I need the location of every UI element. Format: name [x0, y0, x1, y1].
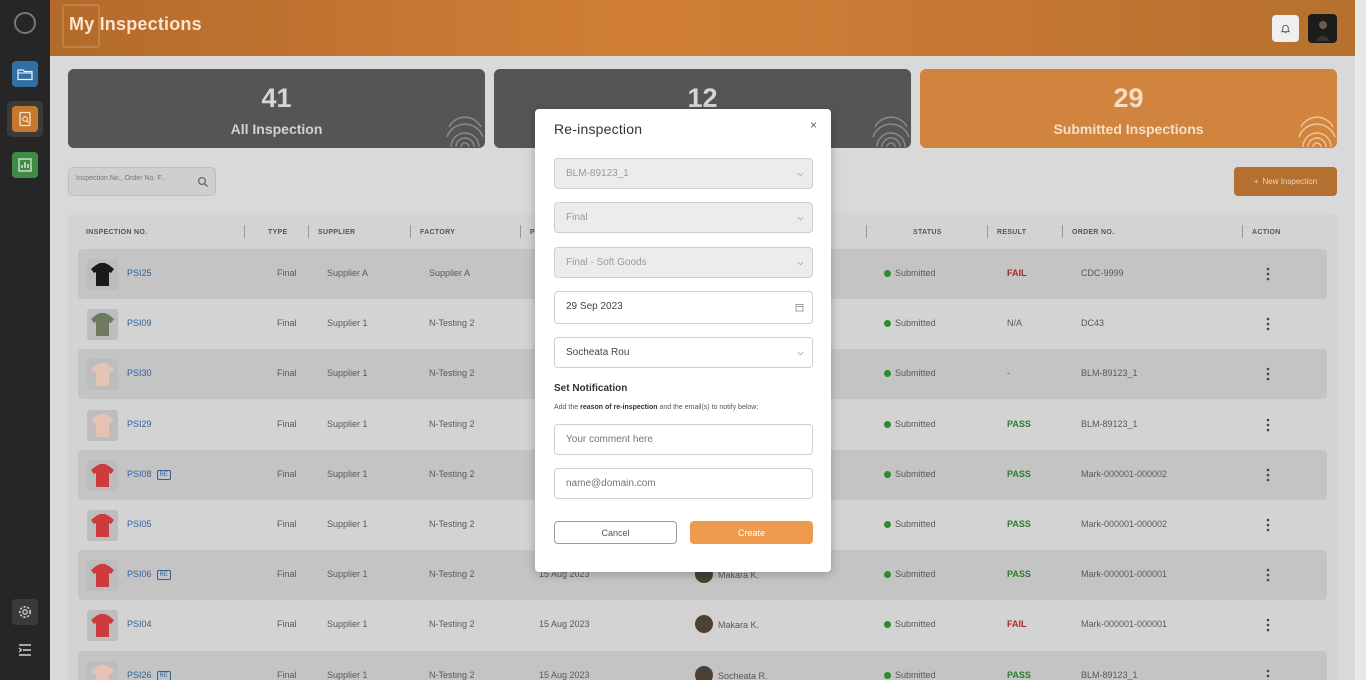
note-bold: reason of re-inspection — [580, 404, 658, 411]
template-select[interactable]: Final - Soft Goods — [554, 247, 813, 278]
email-input[interactable] — [554, 468, 813, 499]
type-select-value: Final — [566, 212, 588, 223]
note-suffix: and the email(s) to notify below: — [659, 404, 759, 411]
template-select-value: Final - Soft Goods — [566, 257, 647, 268]
cancel-button[interactable]: Cancel — [554, 521, 677, 544]
chevron-down-icon — [797, 172, 804, 177]
type-select[interactable]: Final — [554, 202, 813, 233]
chevron-down-icon — [797, 351, 804, 356]
date-value: 29 Sep 2023 — [566, 301, 623, 312]
re-inspection-modal: Re-inspection × BLM-89123_1 Final Final … — [535, 109, 831, 572]
create-button[interactable]: Create — [690, 521, 813, 544]
inspector-select-value: Socheata Rou — [566, 347, 630, 358]
modal-title: Re-inspection — [554, 121, 643, 137]
notification-instructions: Add the reason of re-inspection and the … — [554, 404, 758, 411]
order-select-value: BLM-89123_1 — [566, 168, 629, 179]
close-icon[interactable]: × — [810, 118, 817, 132]
date-picker[interactable]: 29 Sep 2023 — [554, 291, 813, 324]
chevron-down-icon — [797, 261, 804, 266]
note-prefix: Add the — [554, 404, 579, 411]
order-select[interactable]: BLM-89123_1 — [554, 158, 813, 189]
chevron-down-icon — [797, 216, 804, 221]
notification-section-title: Set Notification — [554, 383, 628, 394]
comment-input[interactable] — [554, 424, 813, 455]
inspector-select[interactable]: Socheata Rou — [554, 337, 813, 368]
calendar-icon[interactable] — [795, 303, 804, 312]
